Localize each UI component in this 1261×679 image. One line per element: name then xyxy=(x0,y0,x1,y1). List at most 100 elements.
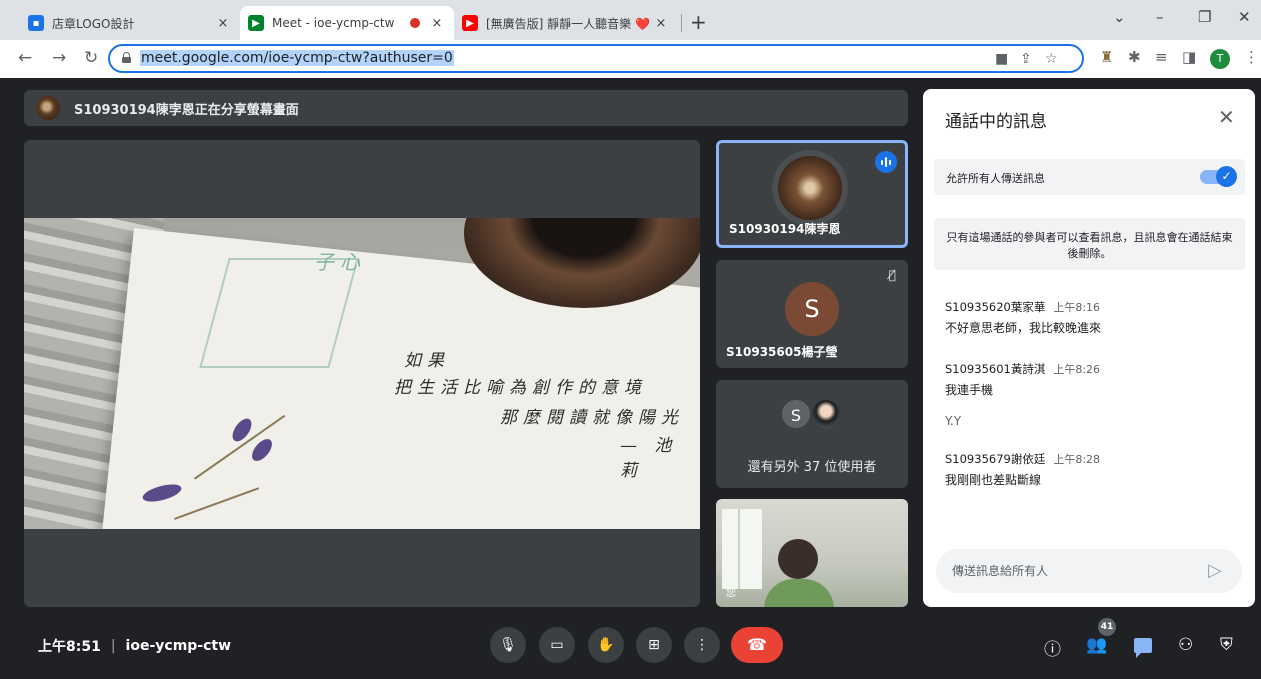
microphone-button[interactable]: 🎙 xyxy=(490,627,526,663)
chat-icon[interactable] xyxy=(1134,638,1152,658)
lock-icon xyxy=(122,52,131,63)
bookmark-star-icon[interactable]: ☆ xyxy=(1045,51,1058,67)
message-text: 我連手機 xyxy=(945,383,994,397)
others-avatars: S xyxy=(780,398,860,434)
reading-list-icon[interactable]: ≡ xyxy=(1155,48,1168,66)
side-panel-icon[interactable]: ◨ xyxy=(1182,48,1196,66)
shared-screen[interactable]: 子心 如果 把生活比喻為創作的意境 那麼閱讀就像陽光 — 池莉 xyxy=(24,140,700,607)
message-time: 上午8:26 xyxy=(1053,363,1101,376)
recording-dot-icon xyxy=(410,18,420,28)
share-icon[interactable]: ⇪ xyxy=(1020,51,1032,67)
camera-icon: ▭ xyxy=(550,637,564,653)
meeting-code: ioe-ycmp-ctw xyxy=(125,638,232,654)
others-count-text: 還有另外 37 位使用者 xyxy=(747,460,877,475)
calendar-favicon-icon: ▪ xyxy=(28,15,44,31)
tab-separator xyxy=(681,14,682,32)
quote-line-3: 那麼閱讀就像陽光 xyxy=(500,408,684,428)
more-options-button[interactable]: ⋮ xyxy=(684,627,720,663)
self-camera-tile[interactable]: 您 xyxy=(716,499,908,607)
chat-message: S10935601黃詩淇 上午8:26 我連手機 Y.Y xyxy=(945,358,1235,428)
chat-panel: 通話中的訊息 ✕ 允許所有人傳送訊息 ✓ 只有這場通話的參與者可以查看訊息，且訊… xyxy=(923,89,1255,607)
more-menu-icon[interactable]: ⋮ xyxy=(1244,48,1259,66)
meet-favicon-icon: ▶ xyxy=(248,15,264,31)
message-sender: S10935679謝依廷 xyxy=(945,452,1046,466)
address-bar[interactable]: meet.google.com/ioe-ycmp-ctw?authuser=0 … xyxy=(108,44,1084,73)
tab-search-icon[interactable]: ⌄ xyxy=(1113,8,1126,26)
tab-close-icon[interactable]: × xyxy=(214,16,232,31)
participant-avatar: S xyxy=(780,398,812,430)
minimize-button[interactable]: – xyxy=(1156,8,1164,26)
divider: | xyxy=(110,638,116,654)
message-sender: S10935620葉家華 xyxy=(945,300,1046,314)
phone-hangup-icon: ☎ xyxy=(747,635,767,654)
tab-title: 店章LOGO設計 xyxy=(52,16,135,31)
more-vert-icon: ⋮ xyxy=(695,637,709,653)
chat-notice: 只有這場通話的參與者可以查看訊息，且訊息會在通話結束後刪除。 xyxy=(934,218,1245,270)
message-time: 上午8:28 xyxy=(1053,453,1101,466)
people-icon[interactable]: 👥 xyxy=(1086,635,1107,655)
back-arrow-icon[interactable]: ← xyxy=(18,48,32,68)
raise-hand-button[interactable]: ✋ xyxy=(588,627,624,663)
self-head xyxy=(778,539,818,579)
tab-title: [無廣告版] 靜靜一人聽音樂 ❤️ xyxy=(486,16,650,31)
message-text: 我剛剛也差點斷線 xyxy=(945,473,1042,487)
others-tile[interactable]: S 還有另外 37 位使用者 xyxy=(716,380,908,488)
participant-avatar xyxy=(810,398,842,430)
message-text: Y.Y xyxy=(945,414,962,428)
message-text: 不好意思老師，我比較晚進來 xyxy=(945,321,1102,335)
self-body xyxy=(764,579,834,607)
present-icon: ⊞ xyxy=(648,637,660,653)
mic-off-icon: 🎙̸ xyxy=(888,268,896,282)
quote-line-2: 把生活比喻為創作的意境 xyxy=(394,378,647,398)
browser-tab-music[interactable]: ▶ [無廣告版] 靜靜一人聽音樂 ❤️ × xyxy=(454,6,678,40)
microphone-icon: 🎙 xyxy=(499,637,517,653)
allow-messages-toggle[interactable]: ✓ xyxy=(1200,166,1237,187)
browser-tab-meet[interactable]: ▶ Meet - ioe-ycmp-ctw × xyxy=(240,6,454,40)
browser-tab-logo[interactable]: ▪ 店章LOGO設計 × xyxy=(20,6,240,40)
leave-call-button[interactable]: ☎ xyxy=(731,627,783,663)
allow-messages-label: 允許所有人傳送訊息 xyxy=(946,172,1045,185)
extension-owl-icon[interactable]: ♜ xyxy=(1100,48,1113,66)
restore-button[interactable]: ❐ xyxy=(1198,8,1211,26)
forward-arrow-icon[interactable]: → xyxy=(52,48,66,68)
message-sender: S10935601黃詩淇 xyxy=(945,362,1046,376)
participant-count-badge: 41 xyxy=(1098,618,1116,636)
new-tab-button[interactable]: + xyxy=(690,10,707,34)
participant-name: S10935605楊子瑩 xyxy=(726,345,838,359)
stamp-text: 子心 xyxy=(314,250,366,274)
activities-icon[interactable]: ⚇ xyxy=(1178,635,1193,655)
tab-close-icon[interactable]: × xyxy=(428,16,446,31)
participant-avatar xyxy=(778,156,842,220)
chat-message: S10935620葉家華 上午8:16 不好意思老師，我比較晚進來 xyxy=(945,296,1235,336)
url-text[interactable]: meet.google.com/ioe-ycmp-ctw?authuser=0 xyxy=(140,50,454,66)
extensions-puzzle-icon[interactable]: ✱ xyxy=(1128,48,1141,66)
camera-in-use-icon[interactable]: ■ xyxy=(995,51,1008,67)
chat-message: S10935679謝依廷 上午8:28 我剛剛也差點斷線 xyxy=(945,448,1235,488)
tab-close-icon[interactable]: × xyxy=(652,16,670,31)
window-background xyxy=(722,509,762,589)
quote-line-1: 如果 xyxy=(404,351,450,371)
camera-button[interactable]: ▭ xyxy=(539,627,575,663)
browser-tab-strip: ▪ 店章LOGO設計 × ▶ Meet - ioe-ycmp-ctw × ▶ [… xyxy=(0,0,1261,40)
reload-icon[interactable]: ↻ xyxy=(84,48,98,68)
presenter-avatar xyxy=(36,96,60,120)
chat-input-container: ▷ xyxy=(936,549,1242,593)
check-icon: ✓ xyxy=(1216,166,1237,187)
participant-tile[interactable]: 🎙̸ S S10935605楊子瑩 xyxy=(716,260,908,368)
close-window-button[interactable]: ✕ xyxy=(1238,8,1251,26)
presenting-banner: S10930194陳孛恩正在分享螢幕畫面 xyxy=(24,90,908,126)
meeting-info-icon[interactable]: ⓘ xyxy=(1044,635,1061,660)
participant-tile-speaker[interactable]: S10930194陳孛恩 xyxy=(716,140,908,248)
send-icon[interactable]: ▷ xyxy=(1208,560,1222,581)
self-label: 您 xyxy=(726,588,736,599)
profile-avatar[interactable]: T xyxy=(1210,49,1230,69)
presenting-text: S10930194陳孛恩正在分享螢幕畫面 xyxy=(74,102,299,118)
speaking-indicator-icon xyxy=(875,151,897,173)
host-controls-icon[interactable]: ⛨ xyxy=(1220,635,1233,655)
present-screen-button[interactable]: ⊞ xyxy=(636,627,672,663)
shared-screen-image: 子心 如果 把生活比喻為創作的意境 那麼閱讀就像陽光 — 池莉 xyxy=(24,218,700,529)
close-icon[interactable]: ✕ xyxy=(1218,105,1235,129)
youtube-favicon-icon: ▶ xyxy=(462,15,478,31)
chat-message-input[interactable] xyxy=(952,561,1192,581)
allow-messages-row: 允許所有人傳送訊息 ✓ xyxy=(934,159,1245,195)
